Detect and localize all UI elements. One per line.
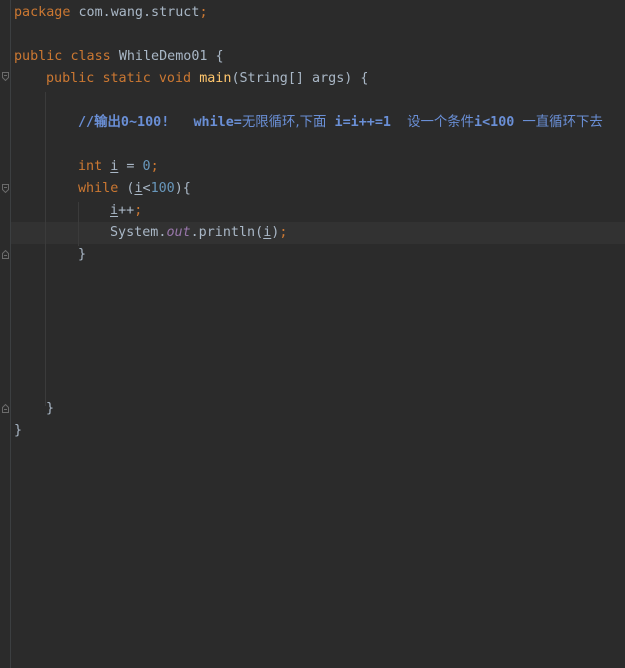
fold-marker-icon[interactable] [2,72,9,81]
operator: = [118,159,143,174]
brace: } [78,247,87,262]
semicolon: ; [134,203,143,218]
variable: i [110,203,119,218]
keyword: package [14,5,71,20]
class-ref: System. [110,225,167,240]
comment-part: 一直循环下去 [522,115,603,130]
comment-part: 设一个条件 [407,115,475,130]
code-line-class[interactable]: public class WhileDemo01 { [14,46,224,68]
code-editor[interactable]: package com.wang.struct; public class Wh… [0,0,625,668]
fold-marker-icon[interactable] [2,184,9,193]
code-line-int-decl[interactable]: int i = 0; [78,156,159,178]
operator: ++ [118,203,135,218]
fold-end-marker-icon[interactable] [2,250,9,259]
indent-guide [45,92,46,406]
comment-part: while= [193,115,242,130]
keyword: static [102,71,151,86]
code-line-close-main[interactable]: } [46,398,54,420]
keyword: public [14,49,63,64]
class-name: WhileDemo01 [118,49,208,64]
comment-part: 无限循环,下面 [241,115,327,130]
code-line-increment[interactable]: i++; [110,200,142,222]
comment-part: i=i++=1 [326,115,391,130]
code-line-close-class[interactable]: } [14,420,22,442]
number-literal: 100 [150,181,175,196]
code-line-comment[interactable]: //输出0~100! while=无限循环,下面 i=i++=1 设一个条件i<… [78,112,603,134]
comment-part: i<100 [474,115,515,130]
package-name: com.wang.struct [70,5,200,20]
keyword: void [158,71,192,86]
keyword: while [78,181,119,196]
fold-end-marker-icon[interactable] [2,404,9,413]
method-name: main [199,71,232,86]
params: (String[] args) { [231,71,369,86]
code-line-println[interactable]: System.out.println(i); [110,222,287,244]
keyword: public [46,71,95,86]
code-line-main[interactable]: public static void main(String[] args) { [46,68,369,90]
operator: < [142,181,151,196]
number-literal: 0 [142,159,151,174]
semicolon: ; [150,159,159,174]
variable: i [134,181,143,196]
code-line-while[interactable]: while (i<100){ [78,178,191,200]
static-field: out [166,225,191,240]
code-line-package[interactable]: package com.wang.struct; [14,2,208,24]
editor-gutter [0,0,11,668]
brace: } [46,401,55,416]
brace: { [207,49,224,64]
current-line-highlight [11,222,625,244]
brace: } [14,423,23,438]
method-call: .println( [190,225,264,240]
paren: ){ [174,181,191,196]
paren: ( [118,181,135,196]
indent-guide [78,202,79,246]
comment-part: //输出0~100! [78,115,170,130]
semicolon: ; [199,5,208,20]
code-line-close-while[interactable]: } [78,244,86,266]
keyword: class [70,49,111,64]
keyword: int [78,159,103,174]
semicolon: ; [279,225,288,240]
